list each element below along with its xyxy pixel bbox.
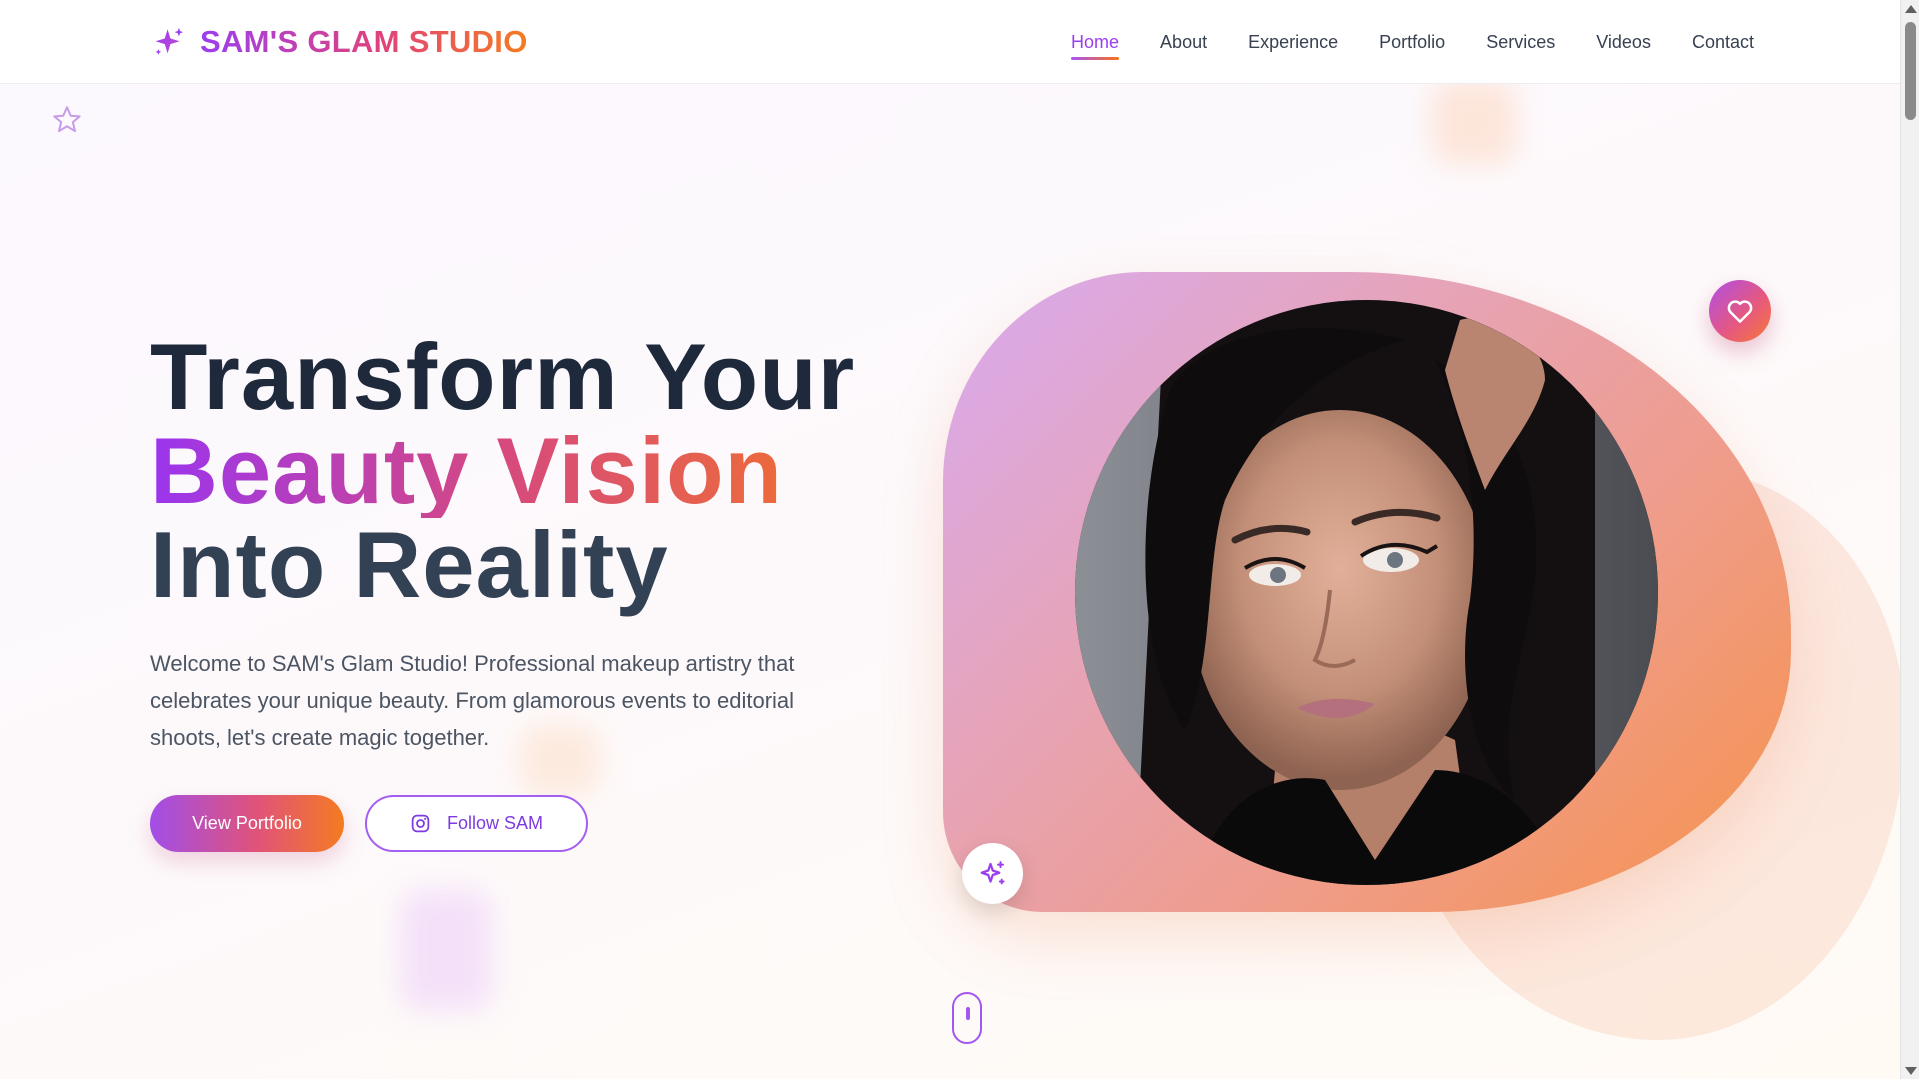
nav-videos[interactable]: Videos [1596,26,1651,59]
hero-title-line2: Beauty Vision [150,418,783,523]
page-scrollbar[interactable] [1900,0,1919,1079]
hero-title-line1: Transform Your [150,324,856,429]
scroll-down-indicator[interactable] [952,992,982,1044]
nav-about[interactable]: About [1160,26,1207,59]
scroll-down-arrow[interactable] [1905,1067,1917,1075]
sparkle-badge [962,843,1023,904]
hero-description: Welcome to SAM's Glam Studio! Profession… [150,651,795,750]
sparkles-icon [155,27,184,55]
heart-icon [1727,300,1753,323]
nav-services[interactable]: Services [1486,26,1555,59]
follow-sam-label: Follow SAM [446,813,544,833]
woman-portrait [1075,300,1658,885]
favorite-button[interactable] [1709,280,1771,342]
nav-home[interactable]: Home [1071,26,1120,60]
scrollbar-thumb[interactable] [1905,22,1916,120]
hero-title-line3: Into Reality [150,512,669,617]
main-nav: Home About Experience Portfolio Services… [1071,0,1754,84]
portrait-illustration [1075,300,1658,885]
sparkles-icon [980,860,1005,884]
nav-portfolio[interactable]: Portfolio [1379,26,1445,59]
nav-experience[interactable]: Experience [1248,26,1338,59]
nav-contact[interactable]: Contact [1692,26,1754,59]
site-header: SAM'S GLAM STUDIO Home About Experience … [0,0,1900,84]
brand-logo[interactable]: SAM'S GLAM STUDIO [152,22,528,62]
decor-blur-top [1432,80,1516,164]
instagram-icon [411,814,430,833]
view-portfolio-button[interactable]: View Portfolio [150,795,344,852]
decor-blur-left [400,890,492,1010]
scroll-up-arrow[interactable] [1905,5,1917,13]
brand-name: SAM'S GLAM STUDIO [200,24,528,59]
follow-sam-button[interactable]: Follow SAM [365,795,588,852]
star-outline-icon [53,106,81,133]
hero-title: Transform Your Beauty Vision Into Realit… [150,330,855,612]
